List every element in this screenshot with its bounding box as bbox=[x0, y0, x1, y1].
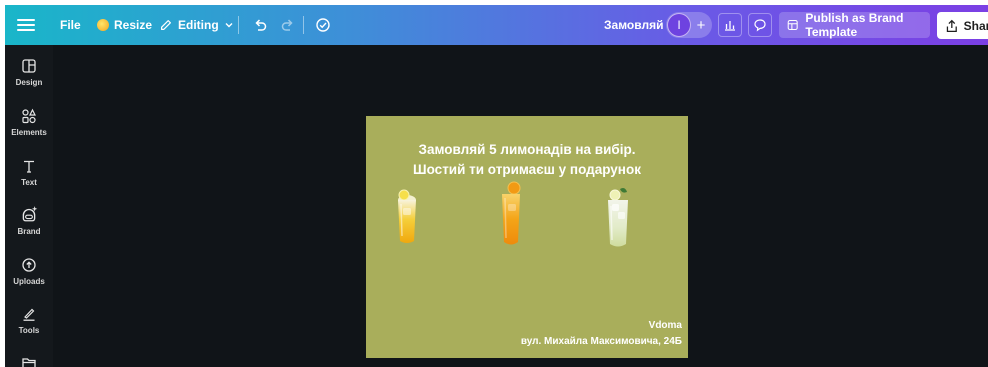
text-icon bbox=[24, 160, 34, 173]
toolbar-divider bbox=[238, 16, 239, 34]
collaborators-group[interactable]: I + bbox=[666, 12, 712, 38]
tools-icon bbox=[23, 308, 35, 321]
insights-button[interactable] bbox=[718, 13, 742, 37]
template-icon bbox=[787, 19, 798, 31]
uploads-icon bbox=[22, 258, 36, 272]
address-text[interactable]: вул. Михайла Максимовича, 24Б bbox=[521, 336, 682, 347]
toolbar-divider bbox=[303, 16, 304, 34]
pencil-icon bbox=[161, 20, 171, 30]
design-canvas[interactable]: Замовляй 5 лимонадів на вибір. Шостий ти… bbox=[366, 116, 688, 358]
cloud-check-icon[interactable] bbox=[315, 17, 331, 33]
editing-label: Editing bbox=[178, 18, 219, 32]
undo-icon[interactable] bbox=[252, 17, 268, 33]
share-icon bbox=[946, 19, 957, 32]
redo-icon[interactable] bbox=[280, 17, 296, 33]
file-menu-label: File bbox=[60, 18, 81, 32]
sidebar-item-label: Uploads bbox=[13, 277, 45, 286]
sidebar-item-projects[interactable] bbox=[5, 355, 53, 367]
brand-name-text[interactable]: Vdoma bbox=[649, 320, 682, 331]
crown-icon bbox=[97, 19, 109, 31]
promo-headline[interactable]: Замовляй 5 лимонадів на вибір. Шостий ти… bbox=[366, 140, 688, 180]
sidebar-item-design[interactable]: Design bbox=[5, 58, 53, 87]
orange-lemonade-glass-image[interactable] bbox=[494, 180, 528, 248]
mint-lemonade-glass-image[interactable] bbox=[600, 186, 636, 250]
resize-label: Resize bbox=[114, 18, 153, 32]
headline-line-2: Шостий ти отримаєш у подарунок bbox=[413, 162, 641, 177]
resize-button[interactable]: Resize bbox=[97, 18, 152, 32]
bar-chart-icon bbox=[725, 21, 735, 31]
design-title[interactable]: Замовляй bbox=[604, 18, 663, 32]
comment-icon bbox=[754, 19, 766, 32]
comments-button[interactable] bbox=[748, 13, 772, 37]
headline-line-1: Замовляй 5 лимонадів на вибір. bbox=[418, 142, 636, 157]
publish-label: Publish as Brand Template bbox=[805, 11, 904, 39]
sidebar-item-brand[interactable]: Brand bbox=[5, 205, 53, 236]
sidebar-item-uploads[interactable]: Uploads bbox=[5, 257, 53, 286]
editor-topbar: File Resize Editing Замовляй I + Publish… bbox=[5, 5, 988, 45]
main-menu-icon[interactable] bbox=[17, 17, 35, 33]
add-collaborator-button[interactable]: + bbox=[691, 17, 711, 34]
object-panel-sidebar: Design Elements Text Brand Uploads Tools bbox=[5, 45, 53, 367]
sidebar-item-elements[interactable]: Elements bbox=[5, 108, 53, 137]
brand-icon bbox=[22, 206, 38, 222]
sidebar-item-label: Brand bbox=[17, 227, 41, 236]
sidebar-item-label: Tools bbox=[18, 326, 40, 335]
folder-icon bbox=[22, 358, 36, 367]
avatar[interactable]: I bbox=[667, 13, 691, 37]
elements-icon bbox=[22, 108, 36, 124]
sidebar-item-tools[interactable]: Tools bbox=[5, 306, 53, 335]
editing-mode-dropdown[interactable]: Editing bbox=[159, 18, 234, 32]
sidebar-item-text[interactable]: Text bbox=[5, 158, 53, 187]
share-label: Share bbox=[963, 18, 988, 33]
design-title-text: Замовляй bbox=[604, 18, 664, 32]
sidebar-item-label: Design bbox=[15, 78, 43, 87]
file-menu-button[interactable]: File bbox=[60, 18, 81, 32]
publish-brand-template-button[interactable]: Publish as Brand Template bbox=[779, 11, 930, 39]
sidebar-item-label: Elements bbox=[11, 128, 47, 137]
editor-workspace: Design Elements Text Brand Uploads Tools… bbox=[5, 45, 988, 367]
design-icon bbox=[22, 59, 36, 73]
share-button[interactable]: Share bbox=[937, 12, 988, 39]
chevron-down-icon bbox=[225, 23, 233, 28]
lemonade-glass-image[interactable] bbox=[390, 186, 424, 246]
sidebar-item-label: Text bbox=[21, 178, 37, 187]
